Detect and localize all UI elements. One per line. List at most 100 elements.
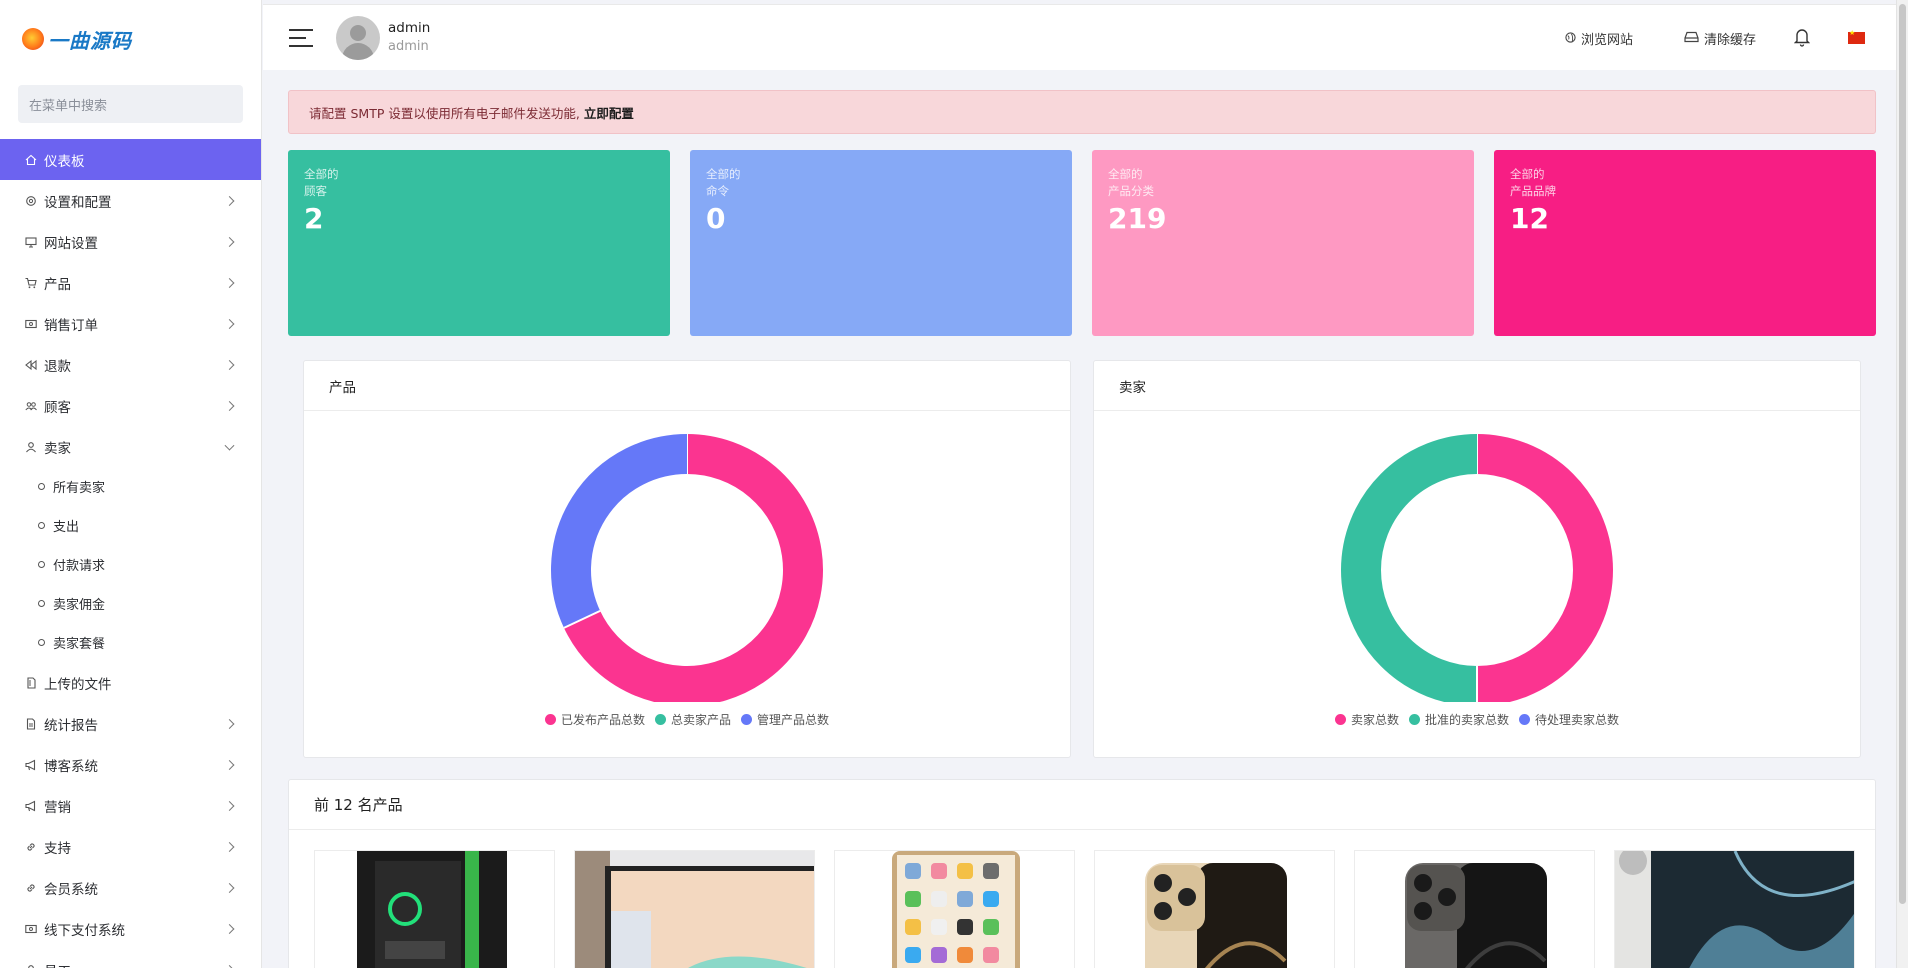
- browse-site-link[interactable]: 浏览网站: [1565, 29, 1633, 48]
- menu-search-input[interactable]: 在菜单中搜索: [18, 85, 243, 123]
- sidebar-subitem-label: 支出: [53, 520, 80, 535]
- monitor-image: [575, 851, 814, 968]
- sidebar-item-label: 网站设置: [44, 235, 98, 252]
- sidebar-subitem-payout-requests[interactable]: 付款请求: [0, 545, 261, 584]
- circle-bullet-icon: [38, 639, 45, 646]
- sidebar-item-label: 统计报告: [44, 717, 98, 734]
- clear-cache-button[interactable]: 清除缓存: [1684, 29, 1756, 48]
- user-name[interactable]: admin: [388, 20, 430, 36]
- stat-card-orders: 全部的 命令 0: [690, 150, 1072, 336]
- sidebar-subitem-all-sellers[interactable]: 所有卖家: [0, 467, 261, 506]
- sidebar-item-membership[interactable]: 会员系统: [0, 867, 261, 908]
- sidebar-item-label: 营销: [44, 799, 71, 816]
- sidebar-item-products[interactable]: 产品: [0, 262, 261, 303]
- legend-item[interactable]: 待处理卖家总数: [1519, 711, 1619, 728]
- link-icon: [25, 882, 37, 894]
- legend-item[interactable]: 已发布产品总数: [544, 711, 645, 728]
- chevron-right-icon: [224, 400, 235, 411]
- sidebar-subitem-seller-packages[interactable]: 卖家套餐: [0, 623, 261, 662]
- sidebar-subitem-seller-commission[interactable]: 卖家佣金: [0, 584, 261, 623]
- product-card-iphone-11-pro[interactable]: [1614, 850, 1855, 968]
- sidebar-subitem-payouts[interactable]: 支出: [0, 506, 261, 545]
- stat-card-categories: 全部的 产品分类 219: [1092, 150, 1474, 336]
- sidebar-item-reports[interactable]: 统计报告: [0, 703, 261, 744]
- sidebar-item-marketing[interactable]: 营销: [0, 785, 261, 826]
- donut-slice-1[interactable]: [1476, 434, 1613, 702]
- chevron-right-icon: [224, 882, 235, 893]
- product-card-iphone-graphite[interactable]: [1354, 850, 1595, 968]
- product-card-gaming-pc[interactable]: [314, 850, 555, 968]
- chevron-right-icon: [224, 277, 235, 288]
- chevron-right-icon: [224, 841, 235, 852]
- users-icon: [25, 400, 37, 412]
- legend-label: 批准的卖家总数: [1424, 713, 1509, 727]
- stat-value: 0: [706, 202, 726, 235]
- china-flag-icon[interactable]: [1848, 29, 1865, 44]
- sidebar-item-staff[interactable]: 员工: [0, 949, 261, 968]
- sidebar-item-uploaded-files[interactable]: 上传的文件: [0, 662, 261, 703]
- legend-item[interactable]: 总卖家产品: [654, 711, 731, 728]
- sidebar-item-label: 退款: [44, 358, 71, 375]
- product-card-iphone-gold[interactable]: [1094, 850, 1335, 968]
- avatar[interactable]: [336, 16, 380, 60]
- chevron-right-icon: [224, 800, 235, 811]
- megaphone-icon: [25, 759, 37, 771]
- sidebar-subitem-label: 所有卖家: [53, 481, 106, 496]
- configure-now-link[interactable]: 立即配置: [584, 103, 634, 122]
- chevron-right-icon: [224, 359, 235, 370]
- sidebar-item-blog[interactable]: 博客系统: [0, 744, 261, 785]
- sidebar-item-label: 销售订单: [44, 317, 98, 334]
- menu-toggle-icon[interactable]: [289, 29, 313, 47]
- bell-icon[interactable]: [1793, 27, 1811, 47]
- sidebar-item-refunds[interactable]: 退款: [0, 344, 261, 385]
- sidebar-item-label: 员工: [44, 960, 71, 968]
- logo-text: 一曲源码: [48, 28, 132, 53]
- legend-item[interactable]: 管理产品总数: [741, 711, 829, 728]
- monitor-icon: [25, 236, 37, 248]
- stat-value: 219: [1108, 202, 1167, 235]
- legend-label: 管理产品总数: [757, 713, 830, 727]
- sidebar-item-support[interactable]: 支持: [0, 826, 261, 867]
- stat-line2: 顾客: [304, 184, 327, 198]
- top-products-title: 前 12 名产品: [289, 780, 1875, 830]
- sidebar-item-label: 卖家: [44, 440, 71, 457]
- user-icon: [25, 441, 37, 453]
- sidebar-item-sales-orders[interactable]: 销售订单: [0, 303, 261, 344]
- product-card-iphone-home[interactable]: [834, 850, 1075, 968]
- circle-bullet-icon: [38, 483, 45, 490]
- logo[interactable]: 一曲源码: [0, 0, 261, 78]
- top-products-card: 前 12 名产品: [288, 779, 1876, 968]
- link-icon: [25, 841, 37, 853]
- stat-line1: 全部的: [1510, 167, 1545, 181]
- sidebar-item-website-settings[interactable]: 网站设置: [0, 221, 261, 262]
- legend-item[interactable]: 卖家总数: [1334, 711, 1399, 728]
- chevron-right-icon: [224, 718, 235, 729]
- clear-cache-label: 清除缓存: [1704, 33, 1757, 48]
- legend-item[interactable]: 批准的卖家总数: [1408, 711, 1509, 728]
- sidebar-item-settings[interactable]: 设置和配置: [0, 180, 261, 221]
- chevron-right-icon: [224, 236, 235, 247]
- scrollbar-thumb[interactable]: [1899, 4, 1906, 904]
- sidebar-item-offline-payment[interactable]: 线下支付系统: [0, 908, 261, 949]
- user-role: admin: [388, 39, 429, 54]
- donut-slice-3[interactable]: [551, 434, 688, 628]
- circle-bullet-icon: [38, 561, 45, 568]
- sidebar-item-customers[interactable]: 顾客: [0, 385, 261, 426]
- sidebar-item-dashboard[interactable]: 仪表板: [0, 139, 261, 180]
- gaming-pc-image: [357, 851, 507, 968]
- hard-drive-icon: [1684, 31, 1699, 46]
- chevron-right-icon: [224, 923, 235, 934]
- products-donut-chart: [551, 434, 823, 702]
- smtp-alert: 请配置 SMTP 设置以使用所有电子邮件发送功能, 立即配置: [288, 90, 1876, 134]
- legend-swatch: [1408, 714, 1420, 725]
- product-card-monitor[interactable]: [574, 850, 815, 968]
- page-scrollbar[interactable]: [1896, 0, 1908, 968]
- sidebar-item-sellers[interactable]: 卖家: [0, 426, 261, 467]
- donut-slice-2[interactable]: [1341, 434, 1478, 702]
- sellers-chart-title: 卖家: [1094, 361, 1860, 411]
- iphone-11-pro-image: [1615, 851, 1854, 968]
- sidebar-item-label: 上传的文件: [44, 676, 112, 693]
- stat-line1: 全部的: [1108, 167, 1143, 181]
- stat-line2: 产品分类: [1108, 184, 1154, 198]
- sidebar: 一曲源码 在菜单中搜索 仪表板 设置和配置 网站设置 产品 销售订单 退款 顾客…: [0, 0, 262, 968]
